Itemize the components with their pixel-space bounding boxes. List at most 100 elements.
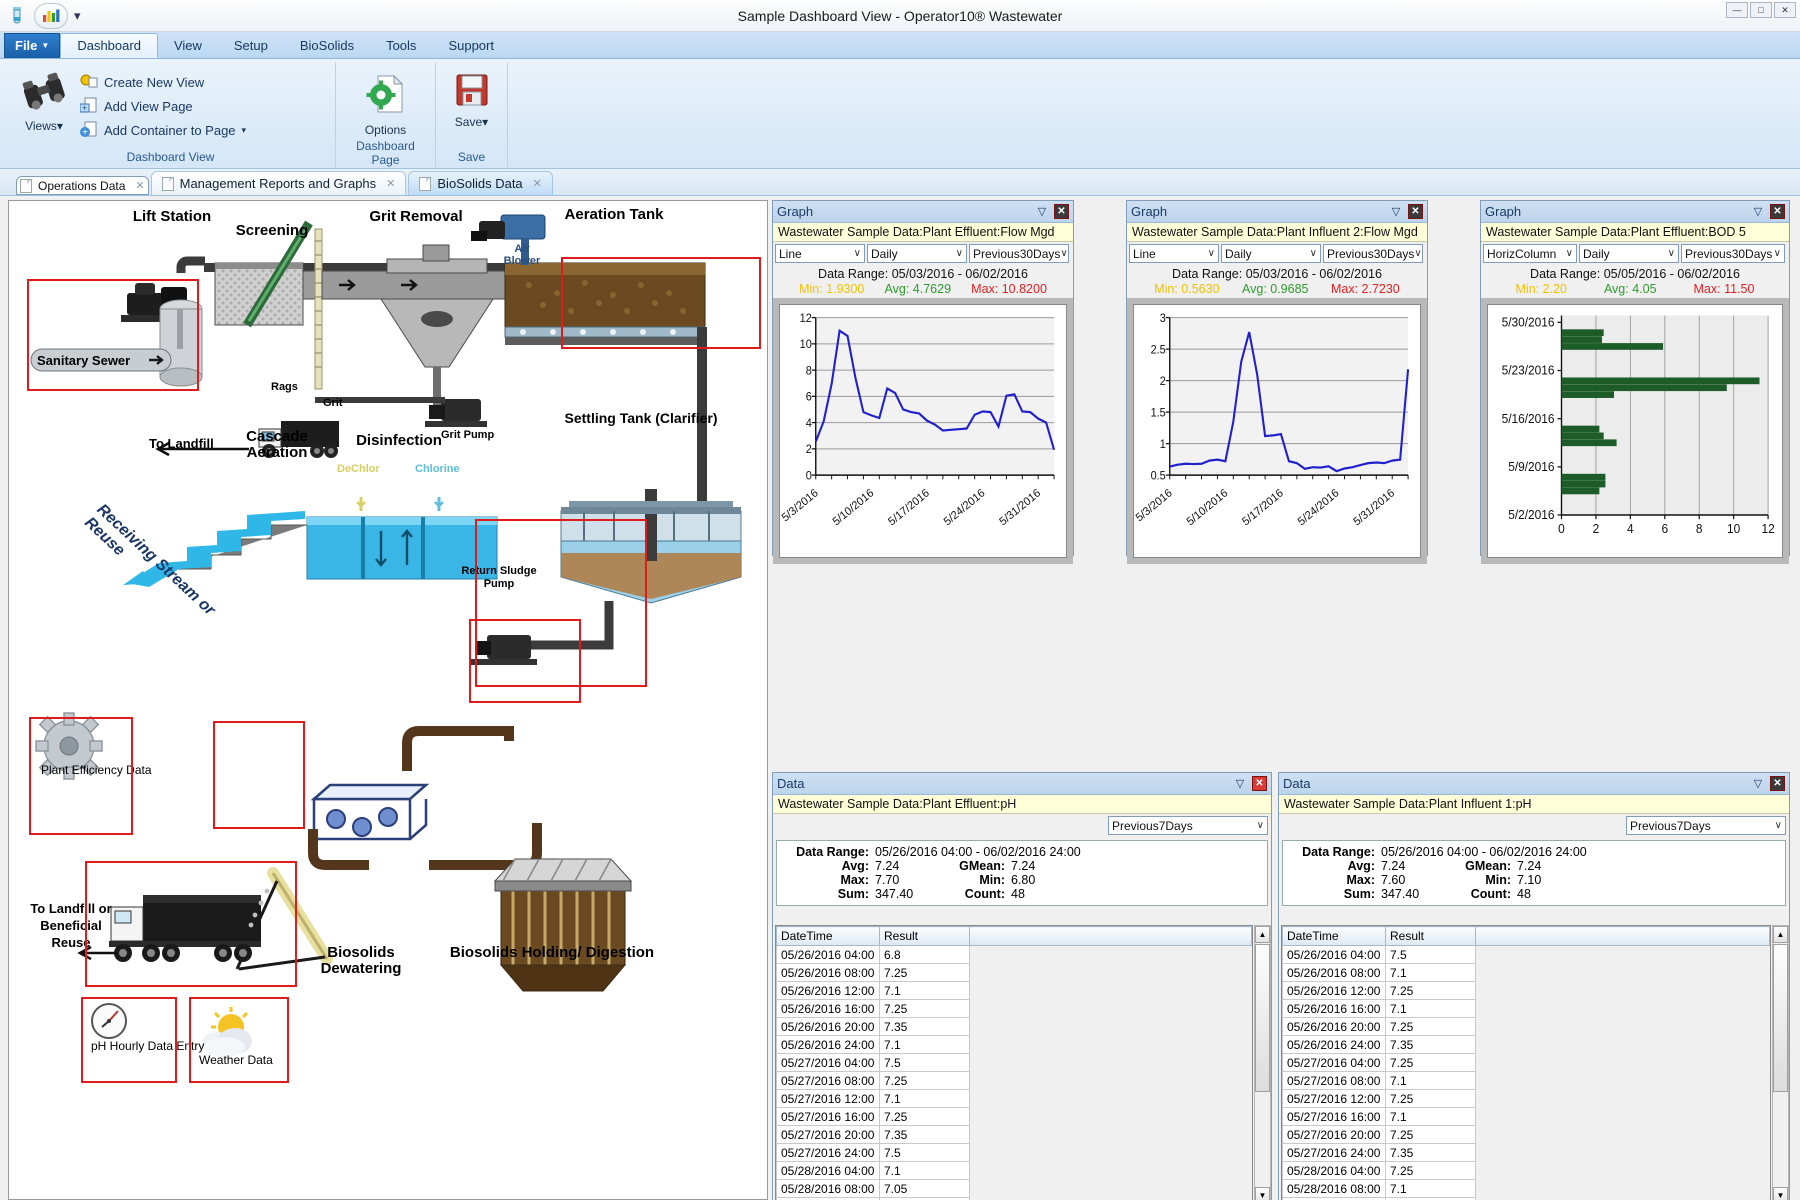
tab-tools[interactable]: Tools bbox=[370, 33, 432, 58]
graph-panel-plant-effluent-flow[interactable]: Graph ▽ ✕ Wastewater Sample Data:Plant E… bbox=[772, 200, 1074, 564]
close-button[interactable]: ✕ bbox=[1774, 2, 1796, 18]
table-row[interactable]: 05/27/2016 24:00 7.35 bbox=[1282, 1143, 1770, 1162]
scroll-thumb[interactable] bbox=[1255, 944, 1270, 1092]
interval-select[interactable]: Daily ∨ bbox=[1221, 244, 1321, 263]
column-header-datetime[interactable]: DateTime bbox=[1282, 926, 1386, 946]
hotspot-ph-hourly-entry[interactable] bbox=[81, 997, 177, 1083]
table-row[interactable]: 05/27/2016 24:00 7.5 bbox=[776, 1143, 1252, 1162]
scroll-down-arrow-icon[interactable]: ▼ bbox=[1773, 1187, 1788, 1200]
close-icon[interactable]: ✕ bbox=[1770, 776, 1785, 791]
hotspot-cascade-aeration[interactable] bbox=[213, 721, 305, 829]
scroll-thumb[interactable] bbox=[1773, 944, 1788, 1092]
interval-select[interactable]: Daily ∨ bbox=[1579, 244, 1679, 263]
table-row[interactable]: 05/28/2016 08:00 7.05 bbox=[776, 1179, 1252, 1198]
table-row[interactable]: 05/26/2016 24:00 7.35 bbox=[1282, 1035, 1770, 1054]
interval-select[interactable]: Daily ∨ bbox=[867, 244, 967, 263]
window-controls[interactable]: — □ ✕ bbox=[1726, 2, 1796, 18]
table-row[interactable]: 05/26/2016 08:00 7.25 bbox=[776, 963, 1252, 982]
document-tab-strip[interactable]: Operations Data ✕ Management Reports and… bbox=[0, 169, 1800, 196]
date-range-select[interactable]: Previous7Days ∨ bbox=[1626, 816, 1786, 835]
close-icon[interactable]: ✕ bbox=[135, 179, 144, 192]
tab-support[interactable]: Support bbox=[432, 33, 510, 58]
data-grid-container[interactable]: DateTime Result 05/26/2016 04:00 7.5 05/26… bbox=[1281, 925, 1771, 1200]
data-grid-vertical-scrollbar[interactable]: ▲ ▼ bbox=[1254, 925, 1271, 1200]
table-row[interactable]: 05/27/2016 20:00 7.35 bbox=[776, 1125, 1252, 1144]
table-row[interactable]: 05/26/2016 04:00 7.5 bbox=[1282, 945, 1770, 964]
qat-overflow-icon[interactable]: ▾ bbox=[74, 8, 81, 24]
table-row[interactable]: 05/26/2016 12:00 7.25 bbox=[1282, 981, 1770, 1000]
file-menu-button[interactable]: File ▼ bbox=[4, 33, 61, 58]
tab-view[interactable]: View bbox=[158, 33, 218, 58]
tab-dashboard[interactable]: Dashboard bbox=[60, 33, 158, 58]
chart-type-select[interactable]: Line ∨ bbox=[1129, 244, 1219, 263]
tab-setup[interactable]: Setup bbox=[218, 33, 284, 58]
data-table[interactable]: DateTime Result 05/26/2016 04:00 6.8 05/26… bbox=[776, 926, 1252, 1200]
hotspot-plant-efficiency[interactable] bbox=[29, 717, 133, 835]
close-icon[interactable]: ✕ bbox=[386, 177, 395, 190]
scroll-up-arrow-icon[interactable]: ▲ bbox=[1255, 926, 1270, 943]
data-grid-vertical-scrollbar[interactable]: ▲ ▼ bbox=[1772, 925, 1789, 1200]
column-header-result[interactable]: Result bbox=[879, 926, 970, 946]
table-row[interactable]: 05/27/2016 12:00 7.1 bbox=[776, 1089, 1252, 1108]
column-header-datetime[interactable]: DateTime bbox=[776, 926, 880, 946]
close-icon[interactable]: ✕ bbox=[1054, 204, 1069, 219]
hotspot-aeration-tank[interactable] bbox=[561, 257, 761, 349]
create-new-view-button[interactable]: Create New View bbox=[76, 72, 250, 93]
table-row[interactable]: 05/26/2016 08:00 7.1 bbox=[1282, 963, 1770, 982]
tab-biosolids[interactable]: BioSolids bbox=[284, 33, 370, 58]
table-row[interactable]: 05/27/2016 08:00 7.25 bbox=[776, 1071, 1252, 1090]
table-row[interactable]: 05/28/2016 04:00 7.1 bbox=[776, 1161, 1252, 1180]
doc-tab-biosolids-data[interactable]: BioSolids Data ✕ bbox=[408, 171, 553, 195]
hotspot-return-sludge-pump[interactable] bbox=[469, 619, 581, 703]
table-row[interactable]: 05/27/2016 16:00 7.25 bbox=[776, 1107, 1252, 1126]
minimize-button[interactable]: — bbox=[1726, 2, 1748, 18]
add-view-page-button[interactable]: + Add View Page bbox=[76, 96, 250, 117]
table-row[interactable]: 05/26/2016 12:00 7.1 bbox=[776, 981, 1252, 1000]
maximize-button[interactable]: □ bbox=[1750, 2, 1772, 18]
doc-tab-operations-data[interactable]: Operations Data ✕ bbox=[16, 176, 149, 195]
table-row[interactable]: 05/27/2016 20:00 7.25 bbox=[1282, 1125, 1770, 1144]
data-panel-plant-effluent-ph[interactable]: Data ▽ ✕ Wastewater Sample Data:Plant Ef… bbox=[772, 772, 1272, 1200]
data-controls[interactable]: Previous7Days ∨ bbox=[773, 814, 1271, 837]
process-flow-diagram[interactable]: Sanitary Sewer Lift Station Screening Gr… bbox=[8, 200, 768, 1200]
table-row[interactable]: 05/28/2016 08:00 7.1 bbox=[1282, 1179, 1770, 1198]
data-table[interactable]: DateTime Result 05/26/2016 04:00 7.5 05/26… bbox=[1282, 926, 1770, 1200]
views-button[interactable]: Views▾ bbox=[12, 68, 76, 133]
data-panel-plant-influent1-ph[interactable]: Data ▽ ✕ Wastewater Sample Data:Plant In… bbox=[1278, 772, 1790, 1200]
table-row[interactable]: 05/26/2016 04:00 6.8 bbox=[776, 945, 1252, 964]
graph-panel-plant-influent2-flow[interactable]: Graph ▽ ✕ Wastewater Sample Data:Plant I… bbox=[1126, 200, 1428, 564]
table-row[interactable]: 05/27/2016 04:00 7.25 bbox=[1282, 1053, 1770, 1072]
table-row[interactable]: 05/27/2016 08:00 7.1 bbox=[1282, 1071, 1770, 1090]
table-row[interactable]: 05/26/2016 20:00 7.25 bbox=[1282, 1017, 1770, 1036]
table-row[interactable]: 05/26/2016 20:00 7.35 bbox=[776, 1017, 1252, 1036]
scroll-down-arrow-icon[interactable]: ▼ bbox=[1255, 1187, 1270, 1200]
chart-type-select[interactable]: Line ∨ bbox=[775, 244, 865, 263]
hotspot-weather-data[interactable] bbox=[189, 997, 289, 1083]
column-header-result[interactable]: Result bbox=[1385, 926, 1476, 946]
hotspot-lift-station[interactable] bbox=[27, 279, 199, 391]
collapse-icon[interactable]: ▽ bbox=[1232, 776, 1248, 792]
graph-panel-plant-effluent-bod5[interactable]: Graph ▽ ✕ Wastewater Sample Data:Plant E… bbox=[1480, 200, 1790, 564]
table-row[interactable]: 05/27/2016 16:00 7.1 bbox=[1282, 1107, 1770, 1126]
quick-access-toolbar[interactable]: ▾ bbox=[0, 2, 81, 29]
table-row[interactable]: 05/26/2016 24:00 7.1 bbox=[776, 1035, 1252, 1054]
date-range-select[interactable]: Previous30Days ∨ bbox=[1681, 244, 1785, 263]
close-icon[interactable]: ✕ bbox=[1252, 776, 1267, 791]
graph-controls[interactable]: HorizColumn ∨ Daily ∨ Previous30Days ∨ bbox=[1481, 242, 1789, 265]
collapse-icon[interactable]: ▽ bbox=[1388, 204, 1404, 220]
dashboard-chart-button[interactable] bbox=[34, 2, 68, 29]
doc-tab-management-reports[interactable]: Management Reports and Graphs ✕ bbox=[150, 171, 407, 195]
table-row[interactable]: 05/27/2016 12:00 7.25 bbox=[1282, 1089, 1770, 1108]
chart-type-select[interactable]: HorizColumn ∨ bbox=[1483, 244, 1577, 263]
graph-controls[interactable]: Line ∨ Daily ∨ Previous30Days ∨ bbox=[773, 242, 1073, 265]
collapse-icon[interactable]: ▽ bbox=[1750, 776, 1766, 792]
collapse-icon[interactable]: ▽ bbox=[1750, 204, 1766, 220]
collapse-icon[interactable]: ▽ bbox=[1034, 204, 1050, 220]
data-controls[interactable]: Previous7Days ∨ bbox=[1279, 814, 1789, 837]
date-range-select[interactable]: Previous30Days ∨ bbox=[969, 244, 1069, 263]
graph-controls[interactable]: Line ∨ Daily ∨ Previous30Days ∨ bbox=[1127, 242, 1427, 265]
table-row[interactable]: 05/26/2016 16:00 7.1 bbox=[1282, 999, 1770, 1018]
close-icon[interactable]: ✕ bbox=[1770, 204, 1785, 219]
close-icon[interactable]: ✕ bbox=[1408, 204, 1423, 219]
hotspot-biosolids-truck[interactable] bbox=[85, 861, 297, 987]
